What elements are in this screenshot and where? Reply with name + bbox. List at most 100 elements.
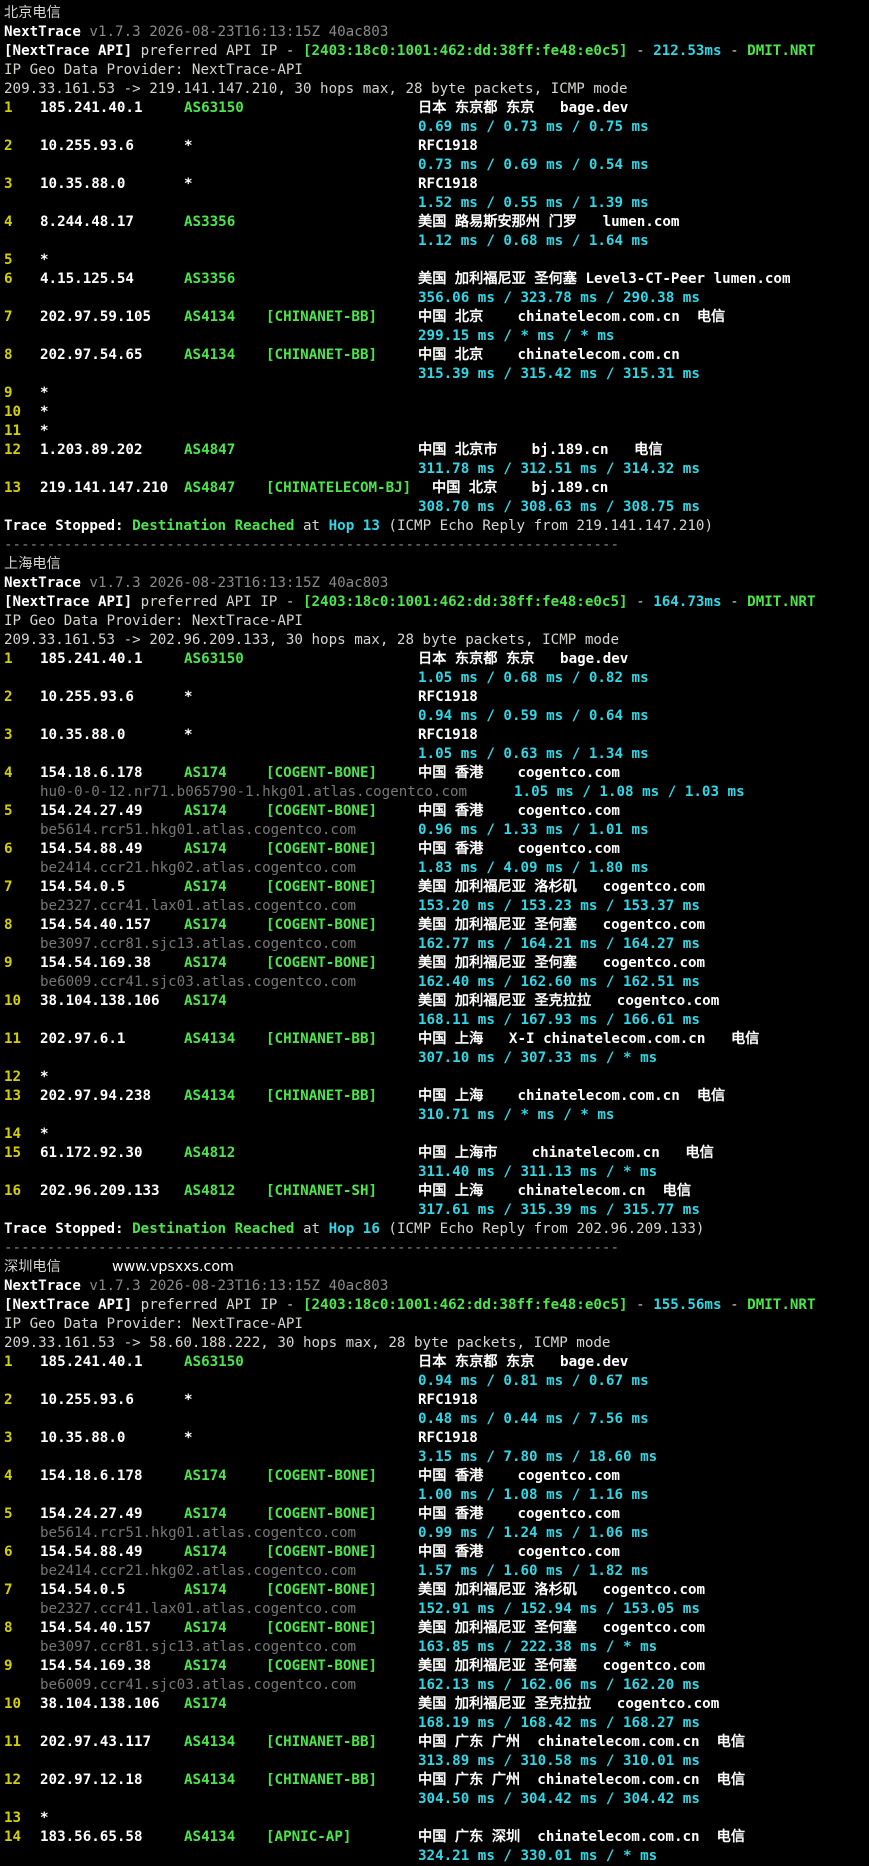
hop-ip: 10.35.88.0 <box>40 727 126 743</box>
hop-network-tag: [COGENT-BONE] <box>266 803 378 819</box>
hop-rtt: 0.94 ms / 0.81 ms / 0.67 ms <box>418 1373 649 1389</box>
hop-ip: 4.15.125.54 <box>40 271 134 287</box>
hop-asn: AS174 <box>184 1658 227 1674</box>
hop-hostname: be6009.ccr41.sjc03.atlas.cogentco.com <box>40 974 357 990</box>
geo-provider: IP Geo Data Provider: NextTrace-API <box>4 62 303 78</box>
hop-geo: 中国 广东 广州 chinatelecom.com.cn 电信 <box>418 1734 746 1750</box>
hop-row: 6 154.54.88.49 AS174 [COGENT-BONE] 中国 香港 cog… <box>4 1543 869 1581</box>
timeout-marker: * <box>40 252 49 268</box>
trace-header-line: 209.33.161.53 -> 219.141.147.210, 30 hop… <box>4 80 869 99</box>
api-middle: preferred API IP - <box>132 1297 303 1313</box>
hop-geo: 中国 香港 cogentco.com <box>418 1506 620 1522</box>
hop-asn: AS4134 <box>184 1829 236 1845</box>
timeout-marker: * <box>40 404 49 420</box>
hop-geo: 日本 东京都 东京 bage.dev <box>418 1354 629 1370</box>
api-prefix: [NextTrace API] <box>4 43 133 59</box>
hop-asn: AS4812 <box>184 1145 236 1161</box>
stop-hop: Hop 13 <box>328 518 380 534</box>
hop-row: 9 154.54.169.38 AS174 [COGENT-BONE] 美国 加利福尼亚… <box>4 954 869 992</box>
hop-asn: AS174 <box>184 955 227 971</box>
hop-ip: 10.255.93.6 <box>40 1392 134 1408</box>
hop-geo: 中国 北京 chinatelecom.com.cn 电信 <box>418 309 726 325</box>
hop-network-tag: [CHINANET-BB] <box>266 1734 378 1750</box>
hop-asn: AS174 <box>184 993 227 1009</box>
hop-row-timeout: 13 * <box>4 1809 869 1828</box>
api-line: [NextTrace API] preferred API IP - [2403… <box>4 593 869 612</box>
hop-ip: 38.104.138.106 <box>40 1696 160 1712</box>
app-name: NextTrace <box>4 575 81 591</box>
hop-network-tag: [APNIC-AP] <box>266 1829 352 1845</box>
hop-asn: AS174 <box>184 1620 227 1636</box>
terminal-window: { "colors": { "background": "#000000", "… <box>0 0 869 1864</box>
hop-number: 9 <box>4 385 13 401</box>
hop-number: 9 <box>4 955 13 971</box>
hop-rtt: 1.12 ms / 0.68 ms / 1.64 ms <box>418 233 649 249</box>
hop-ip: 202.97.54.65 <box>40 347 143 363</box>
hop-ip: 154.18.6.178 <box>40 1468 143 1484</box>
hop-number: 10 <box>4 404 22 420</box>
hop-rtt: 1.05 ms / 0.63 ms / 1.34 ms <box>418 746 649 762</box>
hop-number: 4 <box>4 765 13 781</box>
timeout-marker: * <box>40 1126 49 1142</box>
hop-ip: 202.97.6.1 <box>40 1031 126 1047</box>
hop-row-timeout: 10 * <box>4 403 869 422</box>
hop-ip: 154.54.40.157 <box>40 1620 152 1636</box>
trace-stopped-line: Trace Stopped: Destination Reached at Ho… <box>4 517 869 536</box>
hop-rtt: 152.91 ms / 152.94 ms / 153.05 ms <box>418 1601 700 1617</box>
hop-number: 8 <box>4 917 13 933</box>
hop-number: 12 <box>4 1069 22 1085</box>
hop-row: 9 154.54.169.38 AS174 [COGENT-BONE] 美国 加利福尼亚… <box>4 1657 869 1695</box>
hop-row-timeout: 12 * <box>4 1068 869 1087</box>
hop-number: 11 <box>4 423 22 439</box>
hop-row: 4 154.18.6.178 AS174 [COGENT-BONE] 中国 香港 cog… <box>4 764 869 802</box>
hop-rtt: 3.15 ms / 7.80 ms / 18.60 ms <box>418 1449 658 1465</box>
hop-number: 7 <box>4 309 13 325</box>
hop-geo: 中国 香港 cogentco.com <box>418 765 620 781</box>
hop-asn: AS174 <box>184 1544 227 1560</box>
hop-asn: AS63150 <box>184 1354 244 1370</box>
hop-number: 8 <box>4 1620 13 1636</box>
hop-row: 1 185.241.40.1 AS63150 日本 东京都 东京 bage.dev 0.… <box>4 1353 869 1391</box>
hop-number: 2 <box>4 1392 13 1408</box>
hop-rtt: 1.57 ms / 1.60 ms / 1.82 ms <box>418 1563 649 1579</box>
hop-asn: AS4847 <box>184 442 236 458</box>
hop-network-tag: [CHINANET-BB] <box>266 347 378 363</box>
hop-rtt: 0.99 ms / 1.24 ms / 1.06 ms <box>418 1525 649 1541</box>
hop-geo: 美国 加利福尼亚 圣何塞 cogentco.com <box>418 1658 706 1674</box>
hop-asn: AS63150 <box>184 100 244 116</box>
version-info: v1.7.3 2026-08-23T16:13:15Z 40ac803 <box>89 575 389 591</box>
hop-number: 12 <box>4 1772 22 1788</box>
hop-hostname: be3097.ccr81.sjc13.atlas.cogentco.com <box>40 936 357 952</box>
hop-ip: 154.18.6.178 <box>40 765 143 781</box>
hop-geo: 中国 北京市 bj.189.cn 电信 <box>418 442 663 458</box>
hop-asn: AS3356 <box>184 271 236 287</box>
hop-rtt: 304.50 ms / 304.42 ms / 304.42 ms <box>418 1791 700 1807</box>
hop-geo: 中国 北京 chinatelecom.com.cn <box>418 347 680 363</box>
hop-ip: 154.24.27.49 <box>40 1506 143 1522</box>
geo-provider-line: IP Geo Data Provider: NextTrace-API <box>4 61 869 80</box>
geo-provider: IP Geo Data Provider: NextTrace-API <box>4 1316 303 1332</box>
hop-rtt: 153.20 ms / 153.23 ms / 153.37 ms <box>418 898 700 914</box>
hop-hostname: hu0-0-0-12.nr71.b065790-1.hkg01.atlas.co… <box>40 784 468 800</box>
hop-number: 8 <box>4 347 13 363</box>
hop-number: 11 <box>4 1734 22 1750</box>
hop-geo: RFC1918 <box>418 176 478 192</box>
hop-number: 11 <box>4 1031 22 1047</box>
hop-geo: 美国 加利福尼亚 圣何塞 Level3-CT-Peer lumen.com <box>418 271 791 287</box>
hop-rtt: 1.52 ms / 0.55 ms / 1.39 ms <box>418 195 649 211</box>
hop-number: 14 <box>4 1829 22 1845</box>
hop-row: 3 10.35.88.0 * RFC1918 1.05 ms / 0.63 ms / 1… <box>4 726 869 764</box>
hop-asn: AS63150 <box>184 651 244 667</box>
hop-row: 7 202.97.59.105 AS4134 [CHINANET-BB] 中国 北京 c… <box>4 308 869 346</box>
hop-network-tag: [CHINANET-BB] <box>266 1031 378 1047</box>
hop-rtt: 168.11 ms / 167.93 ms / 166.61 ms <box>418 1012 700 1028</box>
api-node: DMIT.NRT <box>747 594 816 610</box>
section-title: 北京电信 <box>4 4 869 23</box>
stop-tail: (ICMP Echo Reply from 219.141.147.210) <box>388 518 714 534</box>
hop-row-timeout: 5 * <box>4 251 869 270</box>
hop-rtt: 1.00 ms / 1.08 ms / 1.16 ms <box>418 1487 649 1503</box>
hop-ip: 202.97.12.18 <box>40 1772 143 1788</box>
hop-geo: 中国 上海 X-I chinatelecom.com.cn 电信 <box>418 1031 760 1047</box>
hop-asn: * <box>184 689 193 705</box>
hop-row: 12 202.97.12.18 AS4134 [CHINANET-BB] 中国 广东 广… <box>4 1771 869 1809</box>
